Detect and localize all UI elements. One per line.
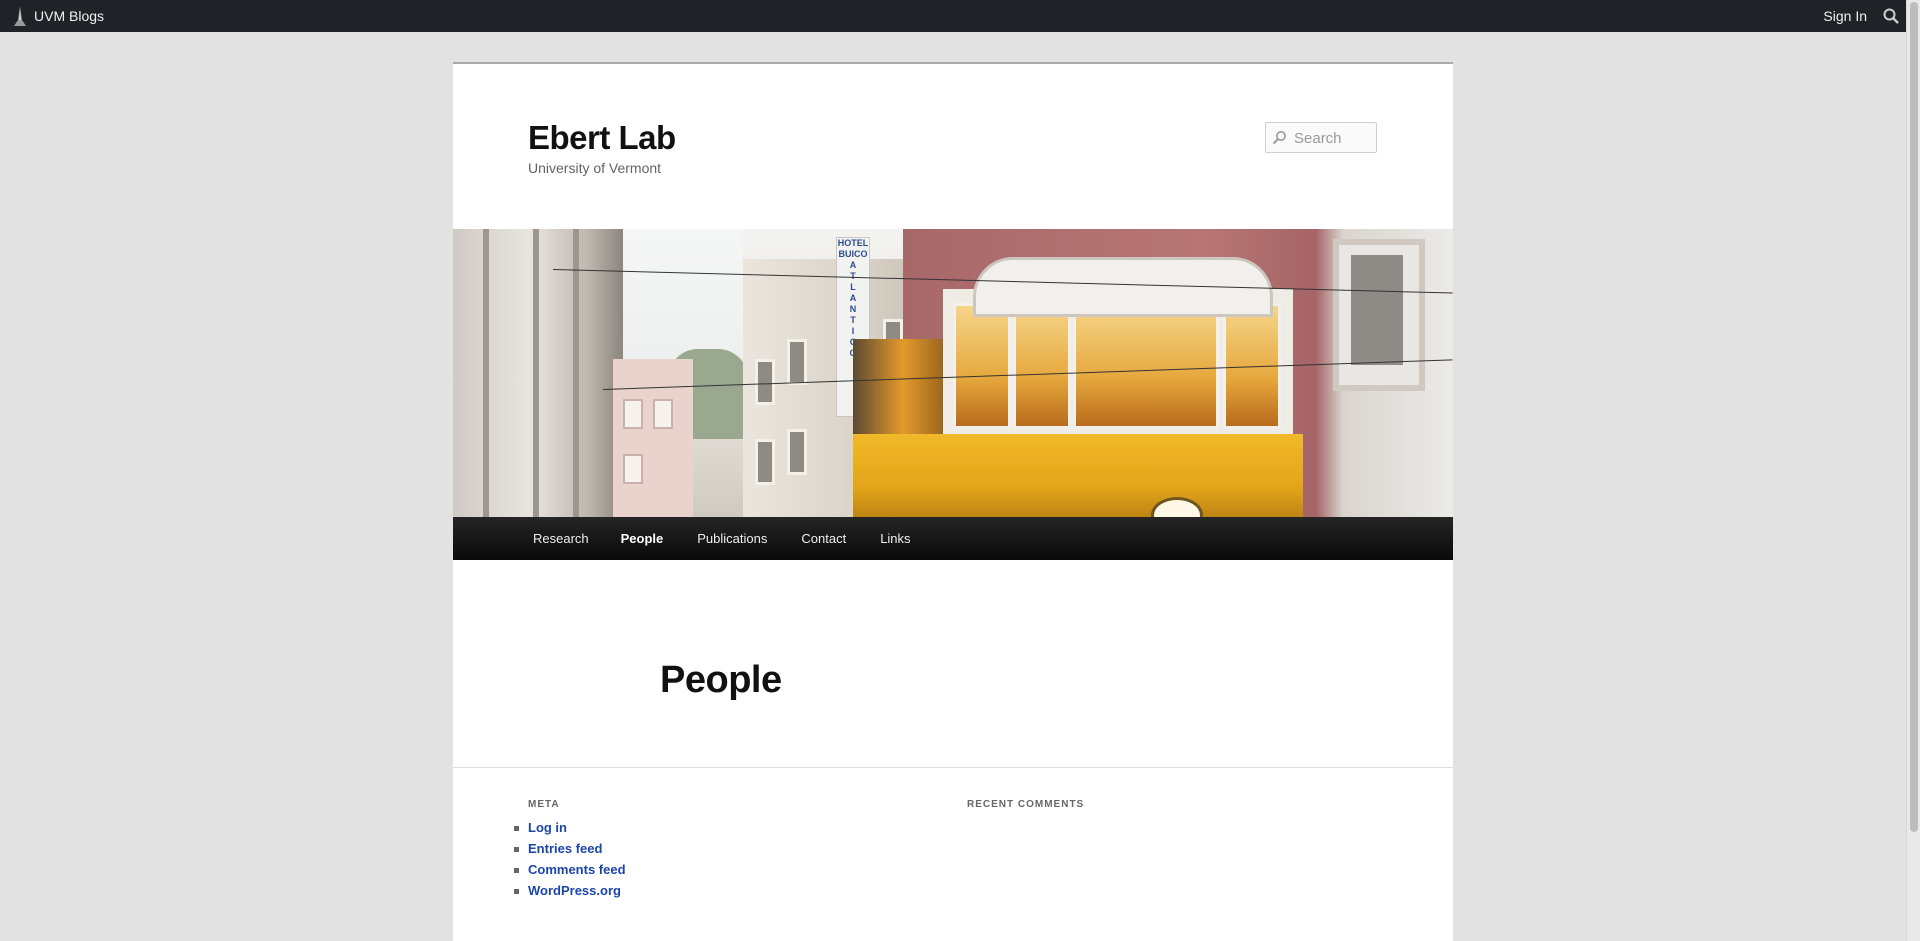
sky xyxy=(623,229,743,359)
wordpress-org-link[interactable]: WordPress.org xyxy=(514,880,626,901)
hotel-sign-line: A xyxy=(849,260,857,270)
header-image[interactable]: HOTEL BUICO A T L A N T I C O xyxy=(453,229,1453,517)
hotel-sign-line: HOTEL xyxy=(837,238,869,248)
sign-in-link[interactable]: Sign In xyxy=(1823,0,1867,32)
page-container: Ebert Lab University of Vermont Search H… xyxy=(453,62,1453,941)
footer-divider xyxy=(453,767,1453,768)
search-field[interactable] xyxy=(1265,122,1377,153)
hotel-sign-line: A xyxy=(849,293,857,303)
hotel-sign-line: BUICO xyxy=(838,249,868,259)
hotel-sign-line: I xyxy=(851,326,855,336)
site-title[interactable]: Ebert Lab xyxy=(528,119,676,157)
meta-links-list: Log in Entries feed Comments feed WordPr… xyxy=(514,817,626,901)
hotel-sign-line: L xyxy=(850,282,856,292)
comments-feed-link[interactable]: Comments feed xyxy=(514,859,626,880)
hotel-sign-line: T xyxy=(850,315,856,325)
log-in-link[interactable]: Log in xyxy=(514,817,626,838)
search-input[interactable] xyxy=(1292,128,1376,148)
nav-item-contact[interactable]: Contact xyxy=(784,517,863,560)
scrollbar-track[interactable] xyxy=(1906,0,1920,941)
nav-item-people[interactable]: People xyxy=(604,517,681,560)
meta-widget-title: Meta xyxy=(528,799,560,810)
admin-bar: UVM Blogs Sign In xyxy=(0,0,1920,32)
recent-comments-widget-title: Recent Comments xyxy=(967,799,1085,810)
nav-item-publications[interactable]: Publications xyxy=(680,517,784,560)
entries-feed-link[interactable]: Entries feed xyxy=(514,838,626,859)
scrollbar-thumb[interactable] xyxy=(1910,2,1918,832)
uvm-blogs-link[interactable]: UVM Blogs xyxy=(14,0,104,32)
site-description: University of Vermont xyxy=(528,160,662,176)
magnifier-icon xyxy=(1272,131,1286,145)
page-title: People xyxy=(660,659,782,701)
main-navigation: Research People Publications Contact Lin… xyxy=(453,517,1453,560)
nav-item-research[interactable]: Research xyxy=(516,517,604,560)
uvm-logo-icon xyxy=(14,6,26,26)
tram-yellow-body xyxy=(853,434,1303,517)
search-icon[interactable] xyxy=(1883,8,1899,24)
hotel-sign-line: N xyxy=(849,304,857,314)
nav-item-links[interactable]: Links xyxy=(863,517,927,560)
building-left xyxy=(453,229,623,517)
uvm-blogs-label: UVM Blogs xyxy=(34,8,105,24)
pink-house xyxy=(613,359,693,517)
